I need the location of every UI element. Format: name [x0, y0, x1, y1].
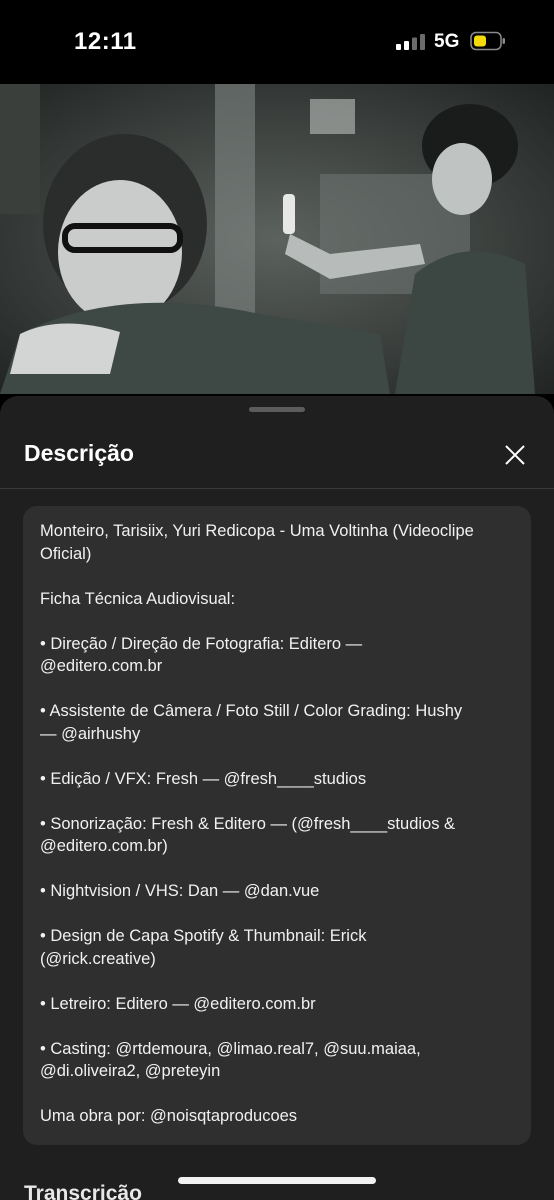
description-line: @editero.com.br [40, 657, 163, 675]
description-line: Ficha Técnica Audiovisual: [40, 589, 236, 608]
description-line: • Assistente de Câmera / Foto Still / Co… [40, 702, 463, 720]
description-line: — @airhushy [40, 724, 141, 743]
sheet-title: Descrição [24, 440, 134, 466]
divider [0, 488, 554, 489]
close-button[interactable] [498, 438, 532, 472]
description-line: @di.oliveira2, @preteyin [40, 1062, 221, 1080]
description-line: @editero.com.br) [40, 837, 168, 855]
battery-icon [470, 31, 505, 51]
description-line: • Direção / Direção de Fotografia: Edite… [40, 634, 363, 653]
description-line: • Casting: @rtdemoura, @limao.real7, @su… [40, 1039, 421, 1058]
drag-handle[interactable] [249, 407, 305, 412]
description-line: Monteiro, Tarisiix, Yuri Redicopa - Uma … [40, 522, 474, 540]
video-frame [0, 84, 554, 394]
transcript-section-title[interactable]: Transcrição [24, 1182, 142, 1200]
close-icon [505, 445, 525, 465]
home-indicator [178, 1177, 376, 1184]
description-line: Oficial) [40, 544, 92, 563]
description-line: • Letreiro: Editero — @editero.com.br [40, 994, 316, 1013]
description-line: • Sonorização: Fresh & Editero — (@fresh… [40, 814, 456, 833]
description-card: Monteiro, Tarisiix, Yuri Redicopa - Uma … [23, 506, 531, 1145]
status-time: 12:11 [74, 28, 137, 55]
description-line: (@rick.creative) [40, 949, 156, 968]
description-sheet: Descrição Monteiro, Tarisiix, Yuri Redic… [0, 396, 554, 1200]
status-bar: 12:11 5G [0, 0, 554, 84]
description-line: Uma obra por: @noisqtaproducoes [40, 1107, 298, 1125]
description-line: • Design de Capa Spotify & Thumbnail: Er… [40, 927, 367, 945]
signal-strength-icon [396, 34, 425, 50]
description-line: • Nightvision / VHS: Dan — @dan.vue [40, 882, 320, 900]
description-text: Monteiro, Tarisiix, Yuri Redicopa - Uma … [40, 520, 514, 1128]
description-line: • Edição / VFX: Fresh — @fresh____studio… [40, 769, 367, 788]
network-type: 5G [434, 31, 460, 52]
video-player[interactable] [0, 84, 554, 394]
